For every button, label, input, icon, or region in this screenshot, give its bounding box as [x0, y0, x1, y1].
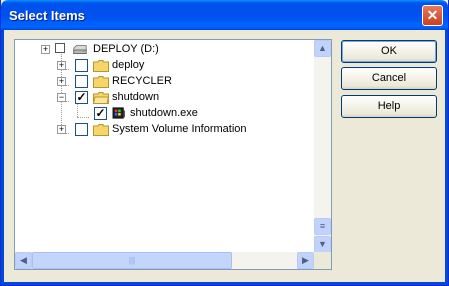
close-button[interactable]: ✕: [422, 5, 443, 26]
window-frame-right: [445, 30, 448, 285]
item-checkbox[interactable]: [75, 59, 88, 72]
folder-open-icon: [93, 92, 109, 104]
title-bar[interactable]: Select Items ✕: [1, 0, 448, 30]
tree-node-system-volume-information[interactable]: + System Volume Information: [15, 122, 315, 138]
item-checkbox[interactable]: ✓: [94, 107, 107, 120]
select-items-dialog: Select Items ✕ + DEPLOY (D:) + deploy + …: [0, 0, 449, 286]
tree-node-label: deploy: [112, 59, 145, 71]
expand-toggle[interactable]: +: [57, 125, 66, 134]
tree-node-root[interactable]: + DEPLOY (D:): [15, 42, 315, 58]
tree-node-recycler[interactable]: + RECYCLER: [15, 74, 315, 90]
dialog-title: Select Items: [9, 8, 85, 23]
scroll-right-button[interactable]: ▶: [297, 252, 314, 269]
expand-toggle[interactable]: +: [41, 45, 50, 54]
scroll-thumb-vertical[interactable]: ≡: [314, 218, 331, 235]
scroll-down-button[interactable]: ▼: [314, 236, 331, 253]
expand-toggle[interactable]: +: [57, 61, 66, 70]
horizontal-scrollbar[interactable]: ◀ ||| ▶: [15, 252, 314, 269]
item-checkbox[interactable]: [75, 75, 88, 88]
folder-icon: [93, 60, 109, 72]
tree-node-label: shutdown.exe: [130, 107, 198, 119]
root-checkbox[interactable]: [55, 43, 65, 53]
item-checkbox[interactable]: [75, 123, 88, 136]
expand-toggle[interactable]: +: [57, 77, 66, 86]
help-button[interactable]: Help: [341, 95, 437, 118]
tree-node-deploy[interactable]: + deploy: [15, 58, 315, 74]
cancel-button[interactable]: Cancel: [341, 67, 437, 90]
scroll-left-button[interactable]: ◀: [15, 252, 32, 269]
folder-icon: [93, 76, 109, 88]
folder-icon: [93, 124, 109, 136]
drive-icon: [73, 45, 87, 55]
scroll-thumb-horizontal[interactable]: |||: [32, 252, 232, 269]
exe-file-icon: [112, 107, 125, 119]
collapse-toggle[interactable]: −: [57, 93, 66, 102]
tree-node-shutdown-exe[interactable]: ✓ shutdown.exe: [15, 106, 315, 122]
scroll-up-button[interactable]: ▲: [314, 40, 331, 57]
tree-node-shutdown[interactable]: − ✓ shutdown: [15, 90, 315, 106]
item-checkbox[interactable]: ✓: [75, 91, 88, 104]
tree-node-label: DEPLOY (D:): [93, 43, 159, 55]
ok-button[interactable]: OK: [341, 40, 437, 63]
tree-node-label: System Volume Information: [112, 123, 247, 135]
tree-node-label: RECYCLER: [112, 75, 172, 87]
items-tree-view[interactable]: + DEPLOY (D:) + deploy + RECYCLER − ✓ sh…: [14, 39, 332, 270]
window-frame-left: [1, 30, 4, 285]
scrollbar-corner: [314, 252, 331, 269]
vertical-scrollbar[interactable]: ▲ ≡ ▼: [314, 40, 331, 253]
window-frame-bottom: [1, 282, 448, 285]
tree-node-label: shutdown: [112, 91, 160, 103]
